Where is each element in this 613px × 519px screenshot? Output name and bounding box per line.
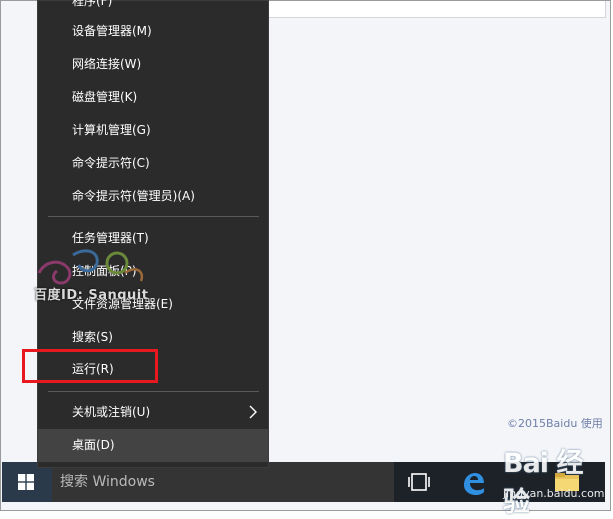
run-highlight-box bbox=[22, 349, 158, 383]
winx-context-menu: 程序(F) 设备管理器(M) 网络连接(W) 磁盘管理(K) 计算机管理(G) … bbox=[37, 0, 269, 468]
menu-item-network-connections[interactable]: 网络连接(W) bbox=[38, 48, 268, 81]
menu-item-command-prompt[interactable]: 命令提示符(C) bbox=[38, 147, 268, 180]
task-view-icon[interactable] bbox=[407, 471, 431, 493]
window-strip bbox=[269, 1, 606, 18]
menu-separator bbox=[48, 391, 259, 392]
sanquit-watermark-text: 百度ID: Sanquit bbox=[34, 288, 149, 303]
menu-item-task-manager[interactable]: 任务管理器(T) bbox=[38, 222, 268, 255]
menu-item-desktop[interactable]: 桌面(D) bbox=[38, 429, 268, 462]
menu-item-shutdown-label: 关机或注销(U) bbox=[72, 405, 151, 419]
menu-item-computer-management[interactable]: 计算机管理(G) bbox=[38, 114, 268, 147]
search-input[interactable]: 搜索 Windows bbox=[52, 462, 394, 502]
menu-item-disk-management[interactable]: 磁盘管理(K) bbox=[38, 81, 268, 114]
menu-item-command-prompt-admin[interactable]: 命令提示符(管理员)(A) bbox=[38, 180, 268, 213]
chevron-right-icon bbox=[249, 405, 257, 419]
menu-separator bbox=[48, 216, 259, 217]
file-explorer-icon[interactable] bbox=[554, 472, 580, 492]
copyright-text: ©2015Baidu 使用 bbox=[507, 417, 603, 430]
start-button[interactable] bbox=[2, 462, 52, 502]
taskbar: 搜索 Windows bbox=[2, 462, 605, 502]
edge-icon[interactable] bbox=[460, 470, 486, 496]
menu-item-device-manager[interactable]: 设备管理器(M) bbox=[38, 15, 268, 48]
windows-logo-icon bbox=[18, 474, 34, 490]
menu-item-shutdown-signout[interactable]: 关机或注销(U) bbox=[38, 396, 268, 429]
